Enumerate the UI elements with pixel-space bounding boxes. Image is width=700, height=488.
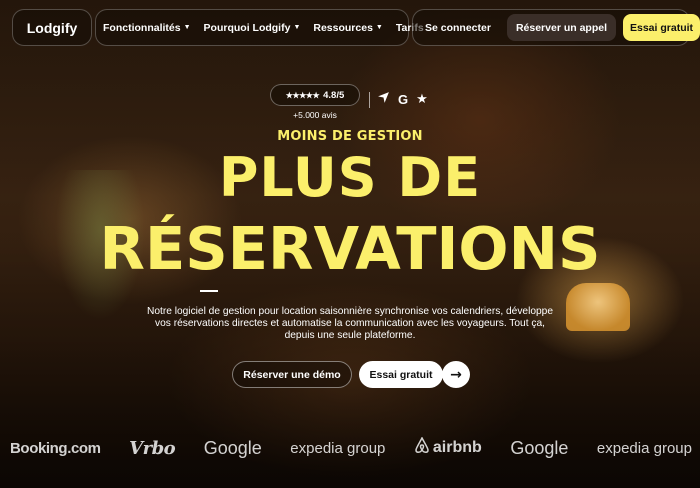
airbnb-icon xyxy=(414,436,430,459)
book-call-button[interactable]: Réserver un appel xyxy=(506,14,616,41)
cursor-underline xyxy=(200,290,218,292)
logo[interactable]: Lodgify xyxy=(12,9,92,46)
login-link[interactable]: Se connecter xyxy=(425,22,491,34)
book-demo-button[interactable]: Réserver une démo xyxy=(232,361,352,388)
hero-free-trial-button[interactable]: Essai gratuit xyxy=(359,361,443,388)
logo-text: Lodgify xyxy=(26,19,78,36)
hero-description: Notre logiciel de gestion pour location … xyxy=(146,306,554,341)
capterra-arrow-icon xyxy=(377,91,390,108)
nav-item-label: Pourquoi Lodgify xyxy=(203,21,291,34)
expedia-logo: expedia group xyxy=(290,439,386,457)
main-nav: Fonctionnalités ▼ Pourquoi Lodgify ▼ Res… xyxy=(95,9,424,46)
lamp-decoration xyxy=(566,283,630,331)
google-icon: G xyxy=(398,92,409,107)
chevron-down-icon: ▼ xyxy=(293,24,301,31)
booking-logo: Booking.com xyxy=(10,439,101,457)
nav-item-label: Ressources xyxy=(313,21,373,34)
chevron-down-icon: ▼ xyxy=(375,24,383,31)
google-logo: Google xyxy=(510,437,569,458)
airbnb-logo-wrap: airbnb xyxy=(414,436,482,459)
vrbo-logo: Vrbo xyxy=(129,437,176,459)
rating-score: 4.8/5 xyxy=(323,89,345,101)
arrow-right-icon[interactable]: → xyxy=(442,361,470,388)
expedia-logo: expedia group xyxy=(596,439,692,457)
hero-headline-line2: RÉSERVATIONS xyxy=(99,214,601,283)
rating-stars: ★★★★★ xyxy=(285,90,320,100)
nav-item-label: Fonctionnalités xyxy=(103,21,181,34)
hero-eyebrow: MOINS DE GESTION xyxy=(277,129,423,144)
hero-headline-line1: PLUS DE xyxy=(218,146,482,209)
nav-item-why-lodgify[interactable]: Pourquoi Lodgify ▼ xyxy=(204,22,301,34)
header-actions: Se connecter Réserver un appel Essai gra… xyxy=(412,9,700,46)
rating-badge[interactable]: ★★★★★ 4.8/5 xyxy=(270,84,360,106)
chevron-down-icon: ▼ xyxy=(183,24,191,31)
google-logo: Google xyxy=(203,437,262,458)
partner-logos: Booking.com Vrbo Google expedia group ai… xyxy=(10,436,700,460)
divider xyxy=(369,92,370,108)
free-trial-button[interactable]: Essai gratuit xyxy=(623,14,700,41)
star-icon: ★ xyxy=(416,92,428,107)
review-platforms: G ★ xyxy=(377,91,428,108)
review-count: +5.000 avis xyxy=(293,110,337,120)
nav-item-resources[interactable]: Ressources ▼ xyxy=(313,22,382,34)
airbnb-logo: airbnb xyxy=(432,439,482,456)
nav-item-features[interactable]: Fonctionnalités ▼ xyxy=(103,22,191,34)
